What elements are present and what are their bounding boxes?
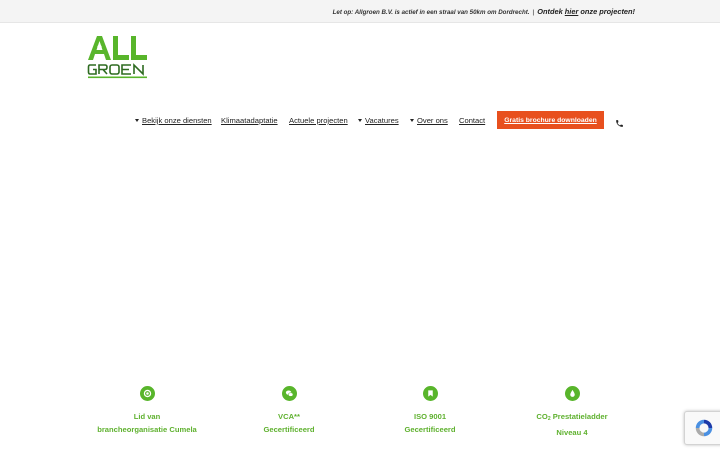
nav-item-diensten[interactable]: Bekijk onze diensten bbox=[135, 116, 212, 125]
recaptcha-badge[interactable] bbox=[684, 411, 720, 445]
download-brochure-button[interactable]: Gratis brochure downloaden bbox=[497, 111, 604, 129]
feature-line2: Niveau 4 bbox=[556, 428, 588, 437]
caret-down-icon bbox=[135, 119, 139, 122]
logo-mark bbox=[87, 36, 147, 79]
feature-cumela: Lid van brancheorganisatie Cumela bbox=[77, 386, 217, 436]
nav-item-vacatures[interactable]: Vacatures bbox=[358, 116, 399, 125]
bookmark-icon bbox=[422, 386, 438, 401]
projects-prompt-prefix: Ontdek bbox=[537, 7, 565, 16]
feature-line2: brancheorganisatie Cumela bbox=[97, 425, 197, 434]
nav-item-label: Over ons bbox=[417, 116, 448, 125]
feature-co2: CO2 Prestatieladder Niveau 4 bbox=[502, 386, 642, 439]
top-notice-bar: Let op: Allgroen B.V. is actief in een s… bbox=[0, 0, 720, 23]
feature-line1: CO2 Prestatieladder bbox=[502, 410, 642, 426]
nav-item-klimaatadaptatie[interactable]: Klimaatadaptatie bbox=[221, 116, 278, 125]
notice-text: Let op: Allgroen B.V. is actief in een s… bbox=[332, 9, 530, 16]
feature-line1: Lid van bbox=[133, 412, 161, 421]
projects-prompt: Ontdek hier onze projecten! bbox=[537, 7, 635, 16]
circle-dot-icon bbox=[139, 386, 155, 401]
caret-down-icon bbox=[358, 119, 362, 122]
page: Let op: Allgroen B.V. is actief in een s… bbox=[0, 0, 720, 450]
feature-line2: Gecertificeerd bbox=[404, 425, 456, 434]
projects-link[interactable]: hier bbox=[565, 7, 579, 16]
nav-item-label: Bekijk onze diensten bbox=[142, 116, 212, 125]
nav-item-contact[interactable]: Contact bbox=[459, 116, 485, 125]
main-navigation: Bekijk onze diensten Klimaatadaptatie Ac… bbox=[0, 111, 720, 131]
nav-item-label: Actuele projecten bbox=[289, 116, 348, 125]
feature-vca: VCA** Gecertificeerd bbox=[219, 386, 359, 436]
feature-line2: Gecertificeerd bbox=[263, 425, 315, 434]
recaptcha-icon bbox=[695, 419, 713, 437]
allgroen-logo[interactable] bbox=[87, 34, 149, 80]
phone-icon[interactable] bbox=[615, 115, 624, 127]
phone-icon-glyph bbox=[616, 120, 623, 127]
co2-rest: Prestatieladder bbox=[550, 412, 608, 421]
co2-main: CO bbox=[536, 412, 548, 421]
nav-item-actuele-projecten[interactable]: Actuele projecten bbox=[289, 116, 348, 125]
feature-line1: ISO 9001 bbox=[413, 412, 447, 421]
nav-item-label: Vacatures bbox=[365, 116, 399, 125]
top-notice: Let op: Allgroen B.V. is actief in een s… bbox=[333, 7, 635, 16]
nav-item-label: Klimaatadaptatie bbox=[221, 116, 278, 125]
caret-down-icon bbox=[410, 119, 414, 122]
notice-separator: | bbox=[532, 9, 535, 16]
feature-line1: VCA** bbox=[278, 412, 300, 421]
projects-prompt-suffix: onze projecten! bbox=[578, 7, 635, 16]
drop-icon bbox=[564, 386, 580, 401]
nav-item-over-ons[interactable]: Over ons bbox=[410, 116, 448, 125]
nav-item-label: Contact bbox=[459, 116, 486, 125]
chat-bubbles-icon bbox=[281, 386, 297, 401]
feature-iso: ISO 9001 Gecertificeerd bbox=[360, 386, 500, 436]
